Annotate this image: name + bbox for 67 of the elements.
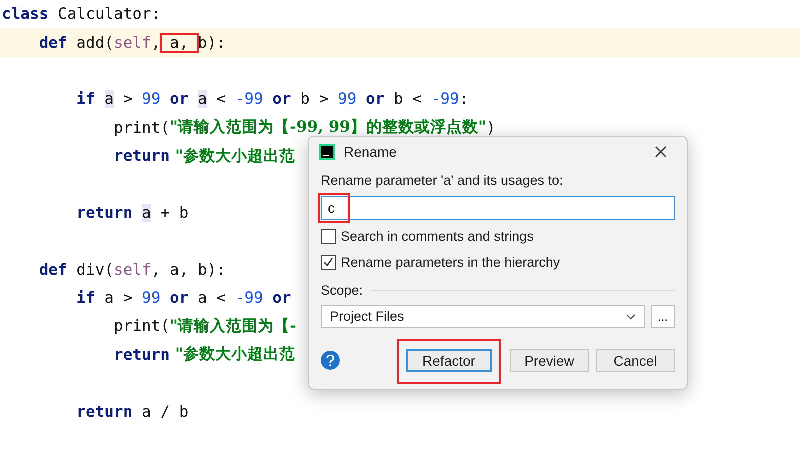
dialog-button[interactable]: Refactor: [406, 349, 492, 372]
code-text: ): [486, 118, 496, 137]
code-text: "参数大小超出范: [174, 344, 296, 366]
dialog-button[interactable]: Cancel: [596, 349, 675, 372]
code-text: 99: [142, 90, 161, 108]
code-text: return: [112, 147, 170, 166]
code-text: b <: [394, 90, 423, 108]
name-input-field[interactable]: c: [321, 196, 675, 220]
code-text: a: [104, 90, 114, 108]
code-text: class: [2, 5, 49, 24]
code-text: "参数大小超出范: [174, 146, 296, 167]
code-text: print(: [112, 317, 170, 336]
close-icon[interactable]: [655, 146, 667, 158]
code-text: or: [272, 289, 292, 308]
code-text: def: [38, 34, 68, 52]
code-text: a: [142, 204, 152, 222]
code-text: a / b: [140, 402, 189, 421]
code-text: self: [114, 34, 152, 52]
code-text: return: [76, 204, 134, 222]
code-text: a <: [198, 289, 227, 308]
chevron-down-icon: [626, 314, 636, 320]
code-text: or: [272, 90, 292, 108]
code-text: <: [216, 90, 228, 108]
code-text: a >: [104, 289, 134, 308]
browse-button[interactable]: ...: [651, 305, 675, 328]
code-text: print(: [112, 118, 170, 137]
code-text: "请输入范围为【-: [170, 316, 296, 337]
code-text: return: [112, 346, 170, 364]
code-text: :: [459, 90, 469, 108]
code-text: + b: [160, 204, 189, 222]
field-label: Rename parameter 'a' and its usages to:: [321, 173, 564, 188]
code-text: , a, b):: [151, 260, 226, 279]
scope-dropdown[interactable]: Project Files: [321, 305, 645, 328]
code-text: >: [122, 90, 134, 108]
checkbox-label: Rename parameters in the hierarchy: [341, 255, 560, 270]
code-text: or: [365, 90, 386, 108]
code-text: -99: [431, 90, 460, 108]
checkbox[interactable]: [321, 255, 336, 270]
code-text: def: [38, 260, 68, 279]
code-text: -99: [235, 289, 264, 308]
checkbox-label: Search in comments and strings: [341, 229, 534, 244]
code-text: (: [104, 260, 114, 279]
code-text: or: [169, 289, 190, 308]
code-text: b):: [198, 34, 226, 52]
app-logo-icon: [319, 144, 335, 160]
highlighted-code: a,: [160, 34, 198, 52]
code-text: a: [198, 90, 208, 108]
code-text: "请输入范围为【-99, 99】的整数或浮点数": [170, 117, 487, 138]
code-text: add: [76, 34, 105, 52]
code-text: if: [76, 90, 96, 108]
code-text: if: [76, 289, 96, 308]
code-text: 99: [338, 90, 357, 108]
code-text: (: [104, 34, 114, 52]
help-icon[interactable]: [321, 351, 340, 370]
code-text: 99: [142, 289, 161, 308]
code-text: b >: [300, 90, 330, 108]
dialog-button[interactable]: Preview: [510, 349, 589, 372]
dialog-title: Rename: [344, 144, 398, 160]
code-text: Calculator:: [57, 5, 161, 24]
code-text: -99: [235, 90, 264, 108]
code-text: self: [114, 260, 152, 279]
code-text: ,: [151, 34, 161, 52]
code-text: or: [169, 90, 190, 108]
checkbox[interactable]: [321, 229, 336, 244]
code-text: div: [76, 260, 105, 279]
scope-label: Scope:: [321, 283, 364, 298]
code-text: return: [76, 402, 133, 421]
